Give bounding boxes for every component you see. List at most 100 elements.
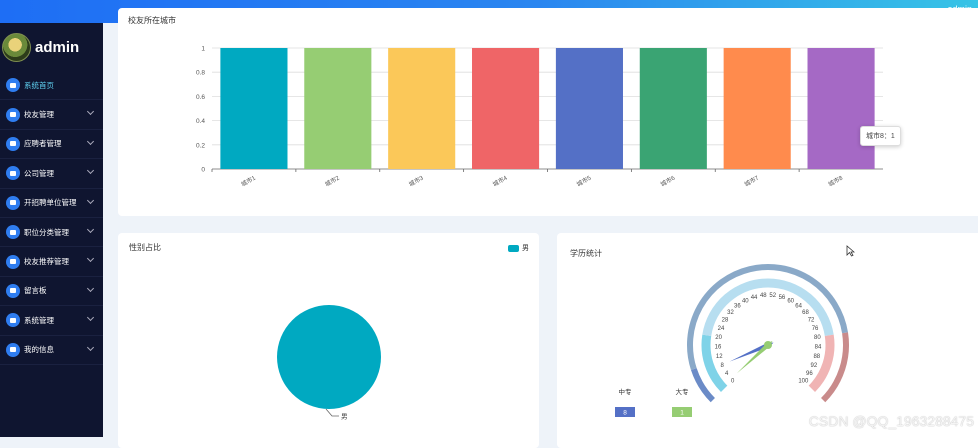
gauge-minor-tick: [712, 296, 715, 299]
x-tick-label: 城市8: [827, 173, 845, 188]
avatar[interactable]: [2, 33, 31, 62]
chevron-down-icon: [87, 138, 94, 145]
mouse-cursor-icon: [846, 245, 855, 257]
sidebar-item-8[interactable]: 系统管理: [0, 306, 103, 335]
slice-label: 男: [341, 413, 348, 421]
gauge-minor-tick: [825, 302, 828, 304]
gauge-tick-label: 68: [802, 310, 809, 316]
sidebar-item-label: 校友推荐管理: [24, 256, 69, 267]
gauge-minor-tick: [837, 354, 841, 355]
education-gauge-chart: 0481216202428323640444852566064687276808…: [557, 233, 978, 437]
gauge-tick-label: 84: [815, 345, 822, 351]
gauge-center-cap: [764, 341, 772, 349]
gauge-minor-tick: [754, 272, 755, 276]
sidebar-item-label: 校友管理: [24, 109, 54, 120]
gauge-minor-tick: [781, 272, 782, 276]
gauge-tick-label: 36: [734, 303, 741, 309]
y-tick-label: 0.4: [196, 118, 205, 125]
sidebar-item-7[interactable]: 留言板: [0, 277, 103, 306]
y-tick-label: 1: [201, 46, 205, 53]
sidebar-item-label: 应聘者管理: [24, 138, 62, 149]
bar[interactable]: [556, 48, 623, 169]
sidebar-item-label: 公司管理: [24, 168, 54, 179]
gauge-minor-tick: [829, 379, 833, 381]
gauge-minor-tick: [734, 279, 736, 283]
gauge-tick-label: 100: [798, 378, 809, 384]
chevron-down-icon: [87, 343, 94, 350]
chevron-down-icon: [87, 167, 94, 174]
gauge-minor-tick: [728, 283, 730, 286]
gauge-minor-tick: [822, 390, 825, 393]
sidebar-item-label: 系统首页: [24, 80, 54, 91]
tooltip-text: 城市8：1: [866, 133, 895, 140]
gauge-minor-tick: [794, 276, 795, 280]
home-icon: [6, 78, 20, 92]
x-tick-label: 城市6: [659, 173, 677, 188]
chevron-down-icon: [87, 285, 94, 292]
slice-label-line: [326, 409, 339, 416]
gauge-minor-tick: [821, 296, 824, 299]
gauge-tick-label: 16: [715, 345, 722, 351]
chevron-down-icon: [87, 255, 94, 262]
x-tick-label: 城市3: [407, 173, 425, 188]
gauge-minor-tick: [832, 373, 836, 375]
sidebar-item-5[interactable]: 职位分类管理: [0, 218, 103, 247]
sidebar-item-2[interactable]: 应聘者管理: [0, 130, 103, 159]
sidebar-item-label: 我的信息: [24, 344, 54, 355]
gauge-tick-label: 20: [715, 335, 722, 341]
city-bar-chart: 00.20.40.60.81城市1城市2城市3城市4城市5城市6城市7城市8: [118, 8, 978, 208]
chevron-down-icon: [87, 314, 94, 321]
gauge-minor-tick: [700, 373, 704, 375]
people-icon: [6, 255, 20, 269]
gauge-minor-tick: [741, 276, 742, 280]
gauge-minor-tick: [835, 367, 839, 368]
sidebar-item-label: 职位分类管理: [24, 227, 69, 238]
bar[interactable]: [220, 48, 287, 169]
gauge-minor-tick: [811, 287, 813, 290]
gauge-minor-tick: [834, 320, 838, 321]
x-tick-label: 城市2: [324, 173, 342, 188]
chart-tooltip: 城市8：1: [860, 126, 901, 146]
bar[interactable]: [472, 48, 539, 169]
sidebar-item-6[interactable]: 校友推荐管理: [0, 247, 103, 276]
sidebar-item-4[interactable]: 开招聘单位管理: [0, 189, 103, 218]
gauge-tick-label: 96: [806, 371, 813, 377]
bar[interactable]: [808, 48, 875, 169]
gauge-tick-label: 60: [787, 298, 794, 304]
sidebar-item-1[interactable]: 校友管理: [0, 100, 103, 129]
bar[interactable]: [388, 48, 455, 169]
sidebar-brand: admin: [0, 23, 103, 71]
sidebar-item-0[interactable]: 系统首页: [0, 71, 103, 100]
bar[interactable]: [304, 48, 371, 169]
bar[interactable]: [640, 48, 707, 169]
gauge-tick-label: 88: [813, 354, 820, 360]
brand-name: admin: [35, 39, 79, 56]
gauge-minor-tick: [788, 274, 789, 278]
sidebar-item-3[interactable]: 公司管理: [0, 159, 103, 188]
chevron-down-icon: [87, 226, 94, 233]
gauge-tick-label: 24: [718, 326, 725, 332]
profile-icon: [6, 343, 20, 357]
gauge-minor-tick: [696, 360, 700, 361]
gauge-minor-tick: [836, 360, 840, 361]
sidebar-item-label: 系统管理: [24, 315, 54, 326]
gauge-tick-label: 4: [725, 371, 729, 377]
x-tick-label: 城市4: [491, 173, 509, 188]
y-tick-label: 0: [201, 167, 205, 174]
grid-icon: [6, 166, 20, 180]
gauge-minor-tick: [826, 384, 829, 386]
grid-icon: [6, 284, 20, 298]
gauge-tick-label: 52: [769, 293, 776, 299]
sidebar-item-9[interactable]: 我的信息: [0, 336, 103, 365]
gauge-minor-tick: [800, 279, 802, 283]
gauge-minor-tick: [828, 307, 831, 309]
x-tick-label: 城市1: [240, 173, 258, 188]
x-tick-label: 城市7: [743, 173, 761, 188]
gauge-minor-tick: [816, 291, 819, 294]
gauge-tick-label: 28: [722, 318, 729, 324]
pie-slice[interactable]: [277, 305, 381, 409]
gauge-minor-tick: [708, 302, 711, 304]
bar[interactable]: [724, 48, 791, 169]
chevron-down-icon: [87, 108, 94, 115]
gauge-minor-tick: [837, 333, 841, 334]
